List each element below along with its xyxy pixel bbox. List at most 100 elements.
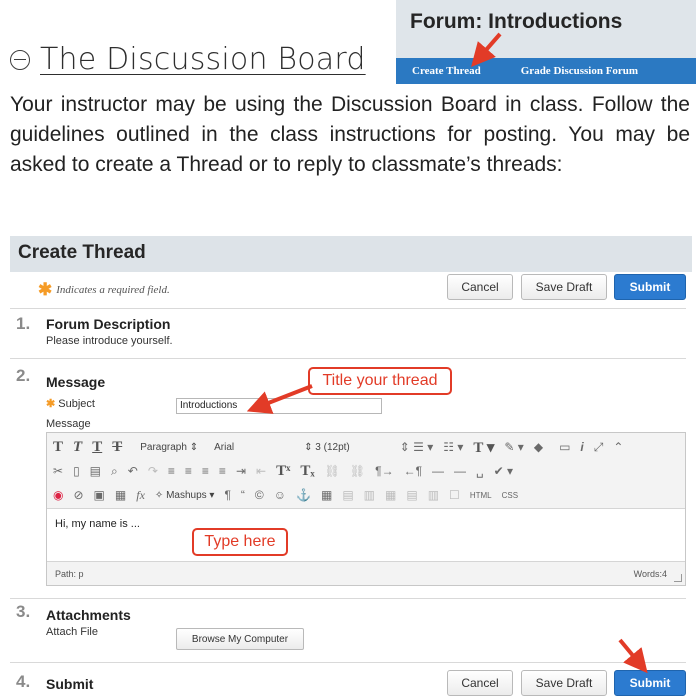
undo-icon[interactable]: ↶ [128, 464, 138, 478]
redo-icon[interactable]: ↷ [148, 464, 158, 478]
html-mode-button[interactable]: HTML [470, 491, 492, 500]
paragraph-select[interactable]: Paragraph ⇕ [140, 442, 198, 453]
grade-forum-link[interactable]: Grade Discussion Forum [521, 65, 638, 77]
nbsp-icon[interactable]: ␣ [476, 464, 484, 478]
indent-icon[interactable]: ⇥ [236, 464, 246, 478]
cut-icon[interactable]: ✂ [53, 464, 63, 478]
required-star-icon: ✱ [38, 280, 53, 299]
step-number: 1. [16, 314, 31, 333]
cancel-button-bottom[interactable]: Cancel [447, 670, 513, 696]
message-heading: Message [46, 374, 106, 390]
media-icon[interactable]: ▦ [115, 488, 126, 502]
unlink-icon[interactable]: ⛓ [350, 464, 365, 478]
forum-header: Forum: Introductions Create Thread Grade… [396, 0, 696, 84]
preview-icon[interactable]: ▭ [559, 440, 570, 454]
toolbar-row-2: ✂ ▯ ▤ ⌕ ↶ ↷ ≡ ≡ ≡ ≡ ⇥ ⇤ Tˣ Tₓ ⛓ ⛓ ¶→ ←¶ … [53, 460, 679, 482]
align-center-icon[interactable]: ≡ [185, 464, 192, 478]
ltr-icon[interactable]: ¶→ [375, 464, 393, 478]
create-thread-link[interactable]: Create Thread [412, 65, 481, 77]
font-select[interactable]: Arial [214, 442, 234, 453]
text-format-icon[interactable]: T [53, 439, 63, 456]
align-left-icon[interactable]: ≡ [168, 464, 175, 478]
align-justify-icon[interactable]: ≡ [219, 464, 226, 478]
save-draft-button-top[interactable]: Save Draft [521, 274, 607, 300]
message-label: Message [46, 418, 91, 430]
save-draft-button-bottom[interactable]: Save Draft [521, 670, 607, 696]
link-icon[interactable]: ⛓ [325, 464, 340, 478]
image-icon[interactable]: ▣ [94, 488, 105, 502]
required-note: ✱ Indicates a required field. [38, 278, 170, 299]
editor-status-bar: Path: p Words:4 [47, 561, 685, 585]
forum-action-bar: Create Thread Grade Discussion Forum [396, 58, 696, 84]
copyright-icon[interactable]: © [255, 488, 264, 502]
anchor-icon[interactable]: ⚓ [296, 488, 311, 502]
collapse-toolbar-icon[interactable]: ⌃ [613, 440, 623, 454]
mashups-label: Mashups [166, 489, 207, 501]
info-icon[interactable]: i [580, 440, 583, 454]
math-icon[interactable]: fx [136, 488, 145, 503]
underline-icon[interactable]: T [92, 439, 102, 456]
attach-icon[interactable]: ⊘ [73, 488, 83, 502]
spellcheck-icon[interactable]: ✔ ▾ [494, 464, 513, 478]
divider [10, 662, 686, 663]
subject-input[interactable]: Introductions [176, 398, 382, 414]
panel-title: Create Thread [18, 242, 146, 263]
message-editor: T T T T Paragraph ⇕ Arial ⇕ 3 (12pt) ⇕ ☰… [46, 432, 686, 586]
mashups-menu[interactable]: ✧ Mashups ▾ [155, 490, 215, 501]
align-right-icon[interactable]: ≡ [202, 464, 209, 478]
css-mode-button[interactable]: CSS [502, 491, 518, 500]
submit-heading: Submit [46, 676, 94, 692]
section-title[interactable]: The Discussion Board [40, 42, 366, 77]
editor-toolbar: T T T T Paragraph ⇕ Arial ⇕ 3 (12pt) ⇕ ☰… [47, 433, 685, 509]
editor-path: Path: p [55, 569, 84, 579]
eraser-icon[interactable]: ◆ [534, 440, 543, 454]
numbered-list-icon[interactable]: ☷ ▾ [443, 440, 463, 454]
highlight-icon[interactable]: ✎ ▾ [504, 440, 523, 454]
subject-label: ✱ Subject [46, 397, 95, 410]
table-row-icon[interactable]: ▤ [342, 488, 353, 502]
forum-title: Forum: Introductions [410, 10, 623, 33]
table-split-icon[interactable]: ▥ [428, 488, 439, 502]
message-textarea[interactable]: Hi, my name is ... [47, 510, 685, 560]
text-color-icon[interactable]: T ▾ [473, 438, 494, 457]
paste-icon[interactable]: ▤ [90, 464, 101, 478]
outdent-icon[interactable]: ⇤ [256, 464, 266, 478]
submit-button-top[interactable]: Submit [614, 274, 686, 300]
fullscreen-icon[interactable]: ⤢ [594, 440, 604, 455]
bullet-list-icon[interactable]: ⇕ ☰ ▾ [400, 440, 434, 454]
title-your-thread-callout: Title your thread [308, 367, 452, 395]
rtl-icon[interactable]: ←¶ [404, 464, 422, 478]
required-star-icon: ✱ [46, 398, 56, 410]
table-merge-icon[interactable]: ▤ [406, 488, 417, 502]
collapse-icon[interactable] [10, 49, 30, 70]
paragraph-mark-icon[interactable]: ¶ [224, 488, 230, 502]
record-icon[interactable]: ◉ [53, 488, 63, 502]
dash-icon[interactable]: — [454, 464, 466, 478]
font-size-select[interactable]: ⇕ 3 (12pt) [304, 442, 350, 453]
strikethrough-icon[interactable]: T [112, 439, 122, 456]
required-note-text: Indicates a required field. [56, 284, 170, 296]
resize-grip-icon[interactable] [674, 574, 682, 582]
divider [10, 358, 686, 359]
cancel-button-top[interactable]: Cancel [447, 274, 513, 300]
subject-label-text: Subject [58, 398, 95, 410]
word-count: Words:4 [633, 569, 667, 579]
message-body-text: Hi, my name is ... [55, 518, 140, 530]
quote-icon[interactable]: “ [241, 488, 245, 502]
font-size-value: 3 (12pt) [315, 441, 350, 453]
table-icon[interactable]: ▦ [321, 488, 332, 502]
italic-icon[interactable]: T [73, 439, 82, 456]
divider [10, 308, 686, 309]
submit-button-bottom[interactable]: Submit [614, 670, 686, 696]
find-icon[interactable]: ⌕ [111, 464, 118, 479]
emoticon-icon[interactable]: ☺ [274, 488, 286, 502]
horizontal-rule-icon[interactable]: — [432, 464, 444, 478]
superscript-icon[interactable]: Tˣ [276, 463, 290, 480]
table-cell-icon[interactable]: ▦ [385, 488, 396, 502]
table-delete-icon[interactable]: ☐ [449, 488, 460, 502]
browse-computer-button[interactable]: Browse My Computer [176, 628, 304, 650]
attach-file-label: Attach File [46, 626, 98, 638]
table-col-icon[interactable]: ▥ [364, 488, 375, 502]
copy-icon[interactable]: ▯ [73, 464, 80, 478]
subscript-icon[interactable]: Tₓ [300, 463, 314, 480]
